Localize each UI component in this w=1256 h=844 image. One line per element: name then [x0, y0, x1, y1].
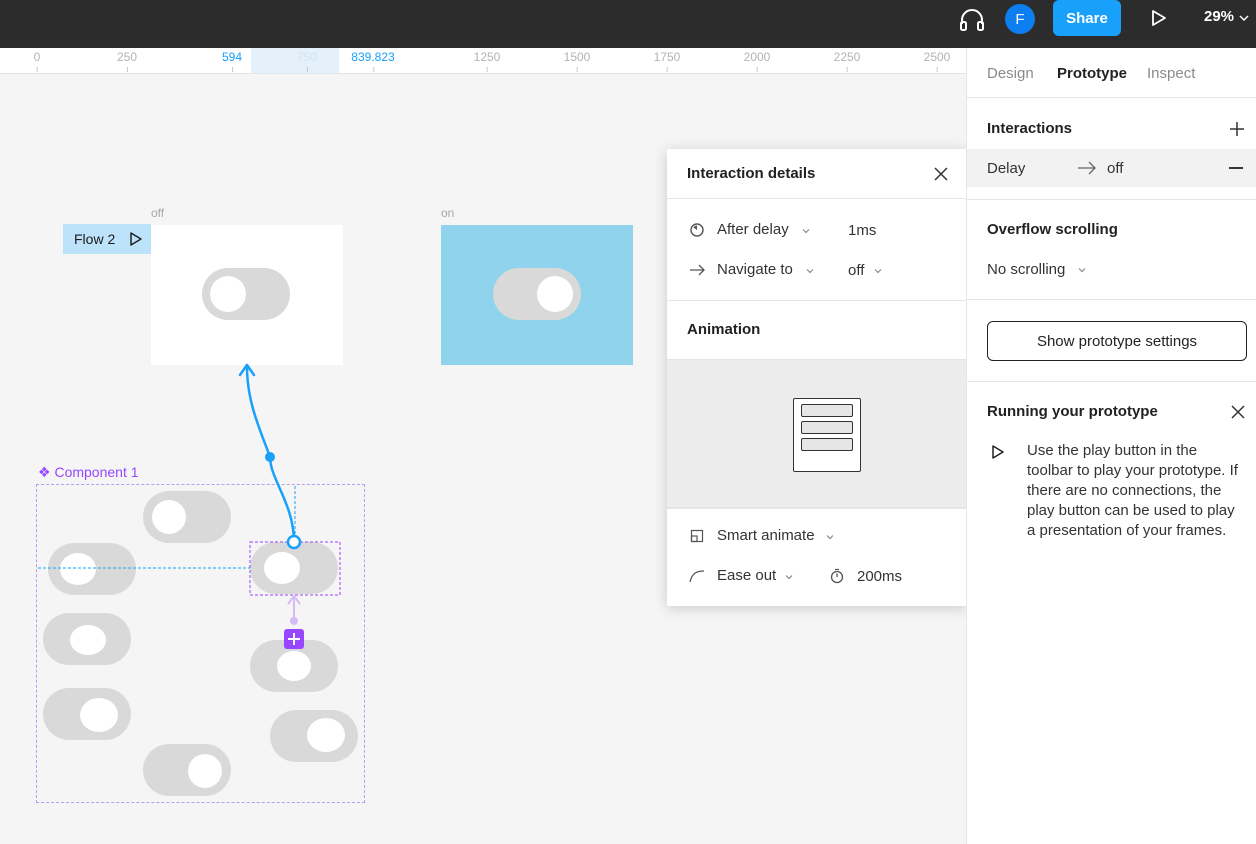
add-interaction-plus-icon[interactable] [1229, 121, 1245, 137]
ruler-tick: 2000 [743, 50, 771, 72]
ruler-tick: 250 [116, 50, 138, 72]
preview-bar [801, 438, 853, 451]
interaction-row[interactable]: Delay off [967, 149, 1256, 187]
tab-design[interactable]: Design [987, 65, 1034, 82]
panel-tabs: Design Prototype Inspect [967, 48, 1256, 98]
top-toolbar: F Share 29% [0, 0, 1256, 48]
play-icon [992, 445, 1004, 459]
overflow-select[interactable]: No scrolling [987, 261, 1065, 278]
toggle-variant[interactable] [143, 491, 231, 543]
easing-select[interactable]: Ease out [717, 567, 776, 584]
user-avatar[interactable]: F [1005, 4, 1035, 34]
connection-handle[interactable] [286, 534, 302, 550]
divider [667, 300, 967, 301]
chevron-down-icon[interactable] [873, 266, 883, 276]
preview-bar [801, 404, 853, 417]
animation-preview [667, 359, 967, 508]
action-row[interactable]: Navigate to off [667, 255, 967, 285]
divider [967, 299, 1256, 300]
ruler-tick: 0 [33, 50, 41, 72]
ruler-tick: 750 [296, 50, 318, 72]
close-icon[interactable] [1231, 405, 1245, 419]
headset-icon[interactable] [958, 6, 986, 34]
animation-type-select[interactable]: Smart animate [717, 527, 815, 544]
arrow-right-icon [1078, 161, 1096, 175]
preview-bar [801, 421, 853, 434]
ruler-tick: 2500 [923, 50, 951, 72]
duration-input[interactable]: 200ms [857, 568, 902, 585]
add-interaction-icon[interactable] [284, 629, 304, 649]
toggle-variant[interactable] [43, 613, 131, 665]
remove-interaction-minus-icon[interactable] [1229, 167, 1243, 169]
easing-row[interactable]: Ease out 200ms [667, 561, 967, 591]
close-icon[interactable] [933, 166, 949, 182]
ruler-tick: 2250 [833, 50, 861, 72]
timer-icon [690, 223, 704, 237]
toggle-variant-selected[interactable] [250, 542, 338, 594]
ruler-tick: 1750 [653, 50, 681, 72]
chevron-down-icon[interactable] [1077, 265, 1087, 275]
tab-prototype[interactable]: Prototype [1057, 65, 1127, 82]
tab-inspect[interactable]: Inspect [1147, 65, 1195, 82]
ruler-tick-selection-end: 839.823 [351, 50, 395, 72]
divider [667, 508, 967, 509]
toggle-variant[interactable] [48, 543, 136, 595]
connection-midpoint[interactable] [265, 452, 275, 462]
overflow-title: Overflow scrolling [987, 221, 1118, 238]
toggle-variant[interactable] [270, 710, 358, 762]
divider [967, 381, 1256, 382]
animation-section-title: Animation [687, 321, 761, 338]
running-prototype-help-text: Use the play button in the toolbar to pl… [1027, 442, 1238, 539]
toggle-variant[interactable] [43, 688, 131, 740]
divider [967, 199, 1256, 200]
present-play-icon[interactable] [1146, 6, 1170, 30]
running-prototype-title: Running your prototype [987, 403, 1158, 420]
destination-select[interactable]: off [848, 262, 864, 279]
ruler-tick: 1250 [473, 50, 501, 72]
chevron-down-icon[interactable] [1238, 12, 1250, 24]
properties-panel: Design Prototype Inspect Interactions De… [966, 48, 1256, 844]
popup-title: Interaction details [687, 165, 816, 182]
interaction-target: off [1107, 160, 1124, 177]
interactions-title: Interactions [987, 120, 1073, 137]
ruler-selection-band [251, 48, 339, 73]
chevron-down-icon[interactable] [784, 572, 794, 582]
interaction-details-popup: Interaction details After delay 1ms Navi… [667, 149, 967, 606]
toggle-variant[interactable] [143, 744, 231, 796]
trigger-row[interactable]: After delay 1ms [667, 215, 967, 245]
trigger-select[interactable]: After delay [717, 221, 789, 238]
ruler-tick-selection-start: 594 [221, 50, 243, 72]
horizontal-ruler: 0 250 594 750 839.823 1250 1500 1750 200… [0, 48, 966, 74]
chevron-down-icon[interactable] [805, 266, 815, 276]
interaction-trigger: Delay [987, 160, 1026, 177]
zoom-level[interactable]: 29% [1204, 8, 1234, 25]
smart-animate-icon [690, 529, 704, 543]
arrow-right-icon [690, 264, 705, 276]
chevron-down-icon[interactable] [825, 532, 835, 542]
ease-out-curve-icon [689, 570, 705, 583]
device-preview-icon [793, 398, 861, 472]
chevron-down-icon[interactable] [801, 226, 811, 236]
show-prototype-settings-button[interactable]: Show prototype settings [987, 321, 1247, 361]
share-button[interactable]: Share [1053, 0, 1121, 36]
ruler-tick: 1500 [563, 50, 591, 72]
popup-header: Interaction details [667, 149, 967, 199]
variant-link-dot [290, 617, 298, 625]
action-select[interactable]: Navigate to [717, 261, 793, 278]
animation-type-row[interactable]: Smart animate [667, 521, 967, 551]
stopwatch-icon [830, 568, 844, 584]
delay-value-input[interactable]: 1ms [848, 222, 876, 239]
